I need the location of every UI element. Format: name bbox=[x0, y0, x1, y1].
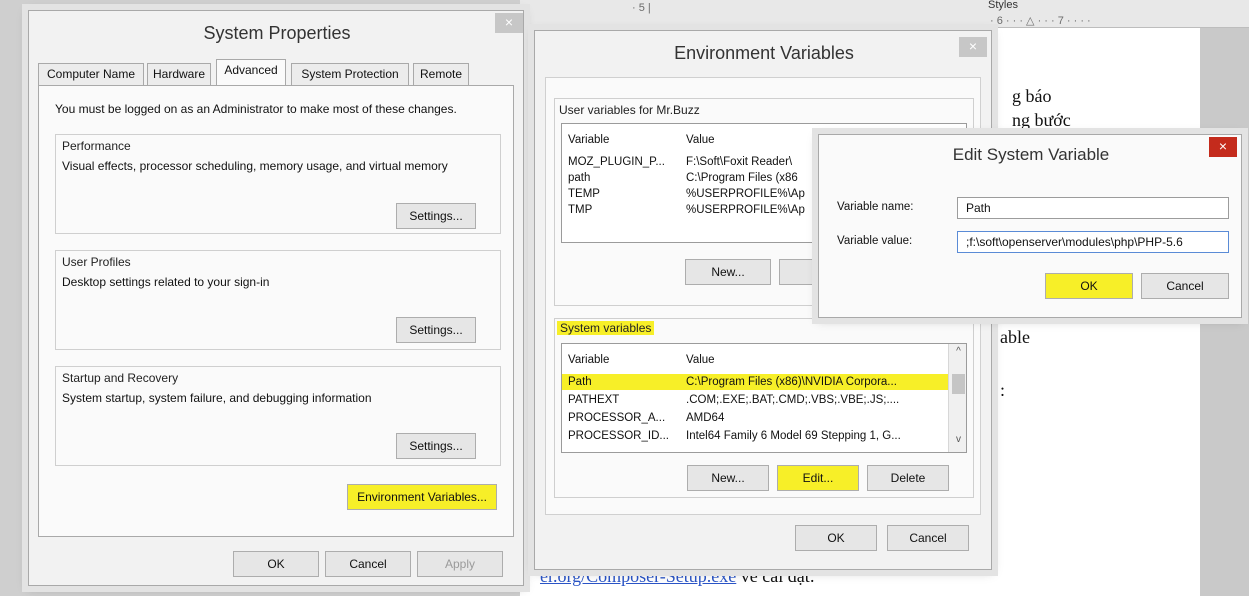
environment-variables-close-button[interactable]: × bbox=[959, 37, 987, 57]
user-var-name: TEMP bbox=[568, 188, 600, 200]
tab-computer-name[interactable]: Computer Name bbox=[38, 63, 144, 85]
system-var-name: Path bbox=[568, 376, 592, 388]
user-profiles-desc: Desktop settings related to your sign-in bbox=[62, 275, 270, 289]
variable-value-label: Variable value: bbox=[837, 235, 913, 247]
system-properties-apply-button[interactable]: Apply bbox=[417, 551, 503, 577]
user-profiles-settings-button[interactable]: Settings... bbox=[396, 317, 476, 343]
system-header-variable: Variable bbox=[568, 354, 610, 366]
doc-text-3: able bbox=[1000, 327, 1030, 347]
performance-group: Performance Visual effects, processor sc… bbox=[55, 134, 501, 234]
startup-recovery-group: Startup and Recovery System startup, sys… bbox=[55, 366, 501, 466]
system-var-name: PROCESSOR_A... bbox=[568, 412, 666, 424]
user-var-name: path bbox=[568, 172, 591, 184]
system-variables-group: System variables Variable Value Path C:\… bbox=[554, 318, 974, 498]
system-properties-dialog: System Properties × Computer Name Hardwa… bbox=[28, 10, 524, 586]
scroll-thumb[interactable] bbox=[952, 374, 965, 394]
user-profiles-label: User Profiles bbox=[62, 255, 131, 269]
doc-text-4: : bbox=[1000, 380, 1006, 400]
doc-text-1: g báo bbox=[1012, 86, 1052, 106]
user-var-name: MOZ_PLUGIN_P... bbox=[568, 156, 665, 168]
performance-label: Performance bbox=[62, 139, 131, 153]
table-row-path[interactable]: Path C:\Program Files (x86)\NVIDIA Corpo… bbox=[562, 374, 948, 390]
edit-variable-ok-button[interactable]: OK bbox=[1045, 273, 1133, 299]
admin-notice: You must be logged on as an Administrato… bbox=[55, 102, 457, 116]
edit-system-variable-dialog: Edit System Variable × Variable name: Pa… bbox=[818, 134, 1242, 318]
edit-variable-cancel-button[interactable]: Cancel bbox=[1141, 273, 1229, 299]
system-list-header: Variable Value bbox=[562, 352, 948, 368]
system-delete-button[interactable]: Delete bbox=[867, 465, 949, 491]
tab-advanced[interactable]: Advanced bbox=[216, 59, 286, 85]
tab-hardware[interactable]: Hardware bbox=[147, 63, 211, 85]
system-var-name: PATHEXT bbox=[568, 394, 620, 406]
system-properties-ok-button[interactable]: OK bbox=[233, 551, 319, 577]
tab-system-protection[interactable]: System Protection bbox=[291, 63, 409, 85]
system-var-value: C:\Program Files (x86)\NVIDIA Corpora... bbox=[686, 376, 897, 388]
system-properties-close-button[interactable]: × bbox=[495, 13, 523, 33]
ruler-right: · 6 · · · △ · · · 7 · · · · bbox=[990, 15, 1091, 27]
performance-settings-button[interactable]: Settings... bbox=[396, 203, 476, 229]
advanced-tab-page: You must be logged on as an Administrato… bbox=[38, 85, 514, 537]
user-header-variable: Variable bbox=[568, 134, 610, 146]
system-edit-button[interactable]: Edit... bbox=[777, 465, 859, 491]
variable-name-field[interactable]: Path bbox=[957, 197, 1229, 219]
edit-system-variable-title: Edit System Variable bbox=[952, 145, 1110, 164]
system-properties-cancel-button[interactable]: Cancel bbox=[325, 551, 411, 577]
doc-text-2: ng bước bbox=[1012, 110, 1071, 130]
user-profiles-group: User Profiles Desktop settings related t… bbox=[55, 250, 501, 350]
system-var-value: AMD64 bbox=[686, 412, 725, 424]
user-var-name: TMP bbox=[568, 204, 593, 216]
user-new-button[interactable]: New... bbox=[685, 259, 771, 285]
table-row[interactable]: PATHEXT .COM;.EXE;.BAT;.CMD;.VBS;.VBE;.J… bbox=[562, 392, 948, 408]
variable-value-field[interactable]: ;f:\soft\openserver\modules\php\PHP-5.6 bbox=[957, 231, 1229, 253]
system-var-value: .COM;.EXE;.BAT;.CMD;.VBS;.VBE;.JS;.... bbox=[686, 394, 900, 406]
performance-desc: Visual effects, processor scheduling, me… bbox=[62, 159, 448, 173]
system-variables-label: System variables bbox=[557, 321, 655, 335]
startup-recovery-settings-button[interactable]: Settings... bbox=[396, 433, 476, 459]
environment-variables-cancel-button[interactable]: Cancel bbox=[887, 525, 969, 551]
scroll-down-icon[interactable]: v bbox=[949, 434, 966, 445]
user-variables-label: User variables for Mr.Buzz bbox=[559, 103, 700, 117]
system-var-value: Intel64 Family 6 Model 69 Stepping 1, G.… bbox=[686, 430, 901, 442]
environment-variables-title: Environment Variables bbox=[674, 43, 854, 63]
startup-recovery-desc: System startup, system failure, and debu… bbox=[62, 391, 372, 405]
word-ruler: · 5 | Styles · 6 · · · △ · · · 7 · · · · bbox=[520, 0, 1249, 28]
system-variables-list: Variable Value Path C:\Program Files (x8… bbox=[561, 343, 967, 453]
edit-system-variable-close-button[interactable]: × bbox=[1209, 137, 1237, 157]
system-properties-title: System Properties bbox=[203, 23, 351, 43]
system-new-button[interactable]: New... bbox=[687, 465, 769, 491]
ruler-left: · 5 | bbox=[632, 2, 651, 14]
tab-remote[interactable]: Remote bbox=[413, 63, 469, 85]
table-row[interactable]: PROCESSOR_ID... Intel64 Family 6 Model 6… bbox=[562, 428, 948, 444]
system-list-scrollbar[interactable]: ^ v bbox=[948, 344, 966, 452]
environment-variables-button[interactable]: Environment Variables... bbox=[347, 484, 497, 510]
system-var-name: PROCESSOR_ID... bbox=[568, 430, 669, 442]
table-row[interactable]: PROCESSOR_A... AMD64 bbox=[562, 410, 948, 426]
styles-label: Styles bbox=[988, 0, 1018, 11]
environment-variables-ok-button[interactable]: OK bbox=[795, 525, 877, 551]
variable-name-label: Variable name: bbox=[837, 201, 914, 213]
startup-recovery-label: Startup and Recovery bbox=[62, 371, 179, 385]
system-header-value: Value bbox=[686, 354, 715, 366]
scroll-up-icon[interactable]: ^ bbox=[949, 346, 966, 357]
